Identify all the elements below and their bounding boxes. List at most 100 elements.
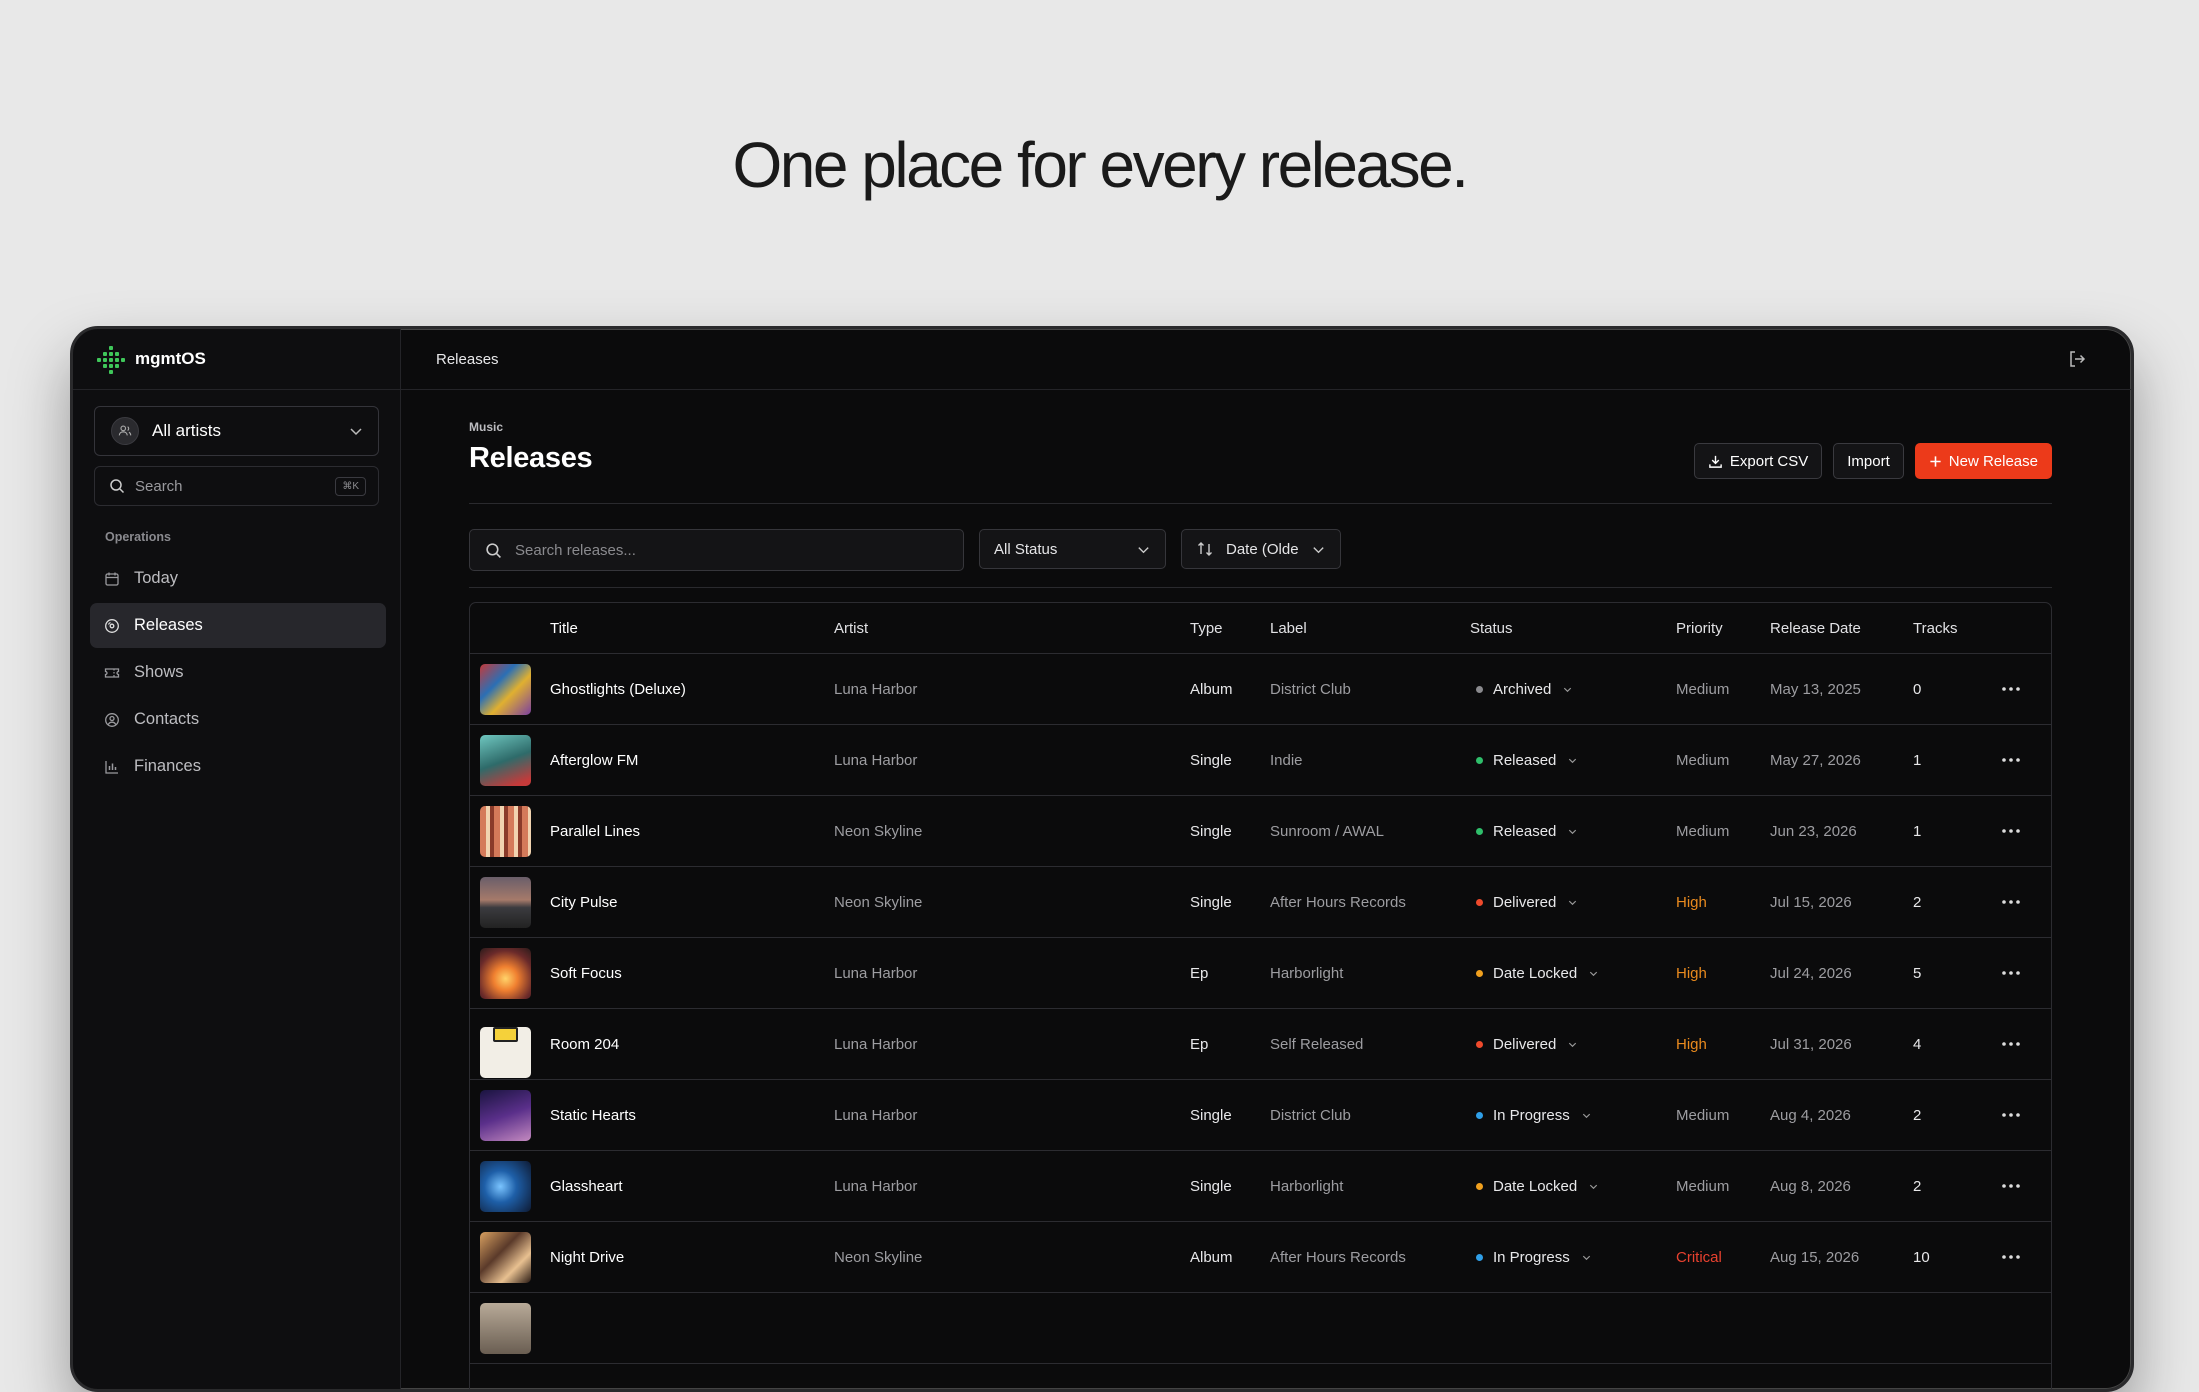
table-row[interactable]: Ghostlights (Deluxe) Luna Harbor Album Dist…: [470, 654, 2051, 725]
table-row[interactable]: City Pulse Neon Skyline Single After Hours …: [470, 867, 2051, 938]
row-actions: [1983, 899, 2051, 905]
row-actions: [1983, 757, 2051, 763]
table-row[interactable]: [470, 1293, 2051, 1364]
release-label: Sunroom / AWAL: [1270, 822, 1384, 840]
sidebar-search-placeholder: Search: [135, 477, 183, 495]
sidebar-item-label: Releases: [134, 616, 203, 634]
cover-art-thumbnail[interactable]: [480, 947, 531, 999]
sidebar-item-contacts[interactable]: Contacts: [90, 697, 386, 742]
more-horizontal-icon[interactable]: [2001, 1183, 2021, 1189]
more-horizontal-icon[interactable]: [2001, 970, 2021, 976]
thumb-cell: [470, 734, 550, 786]
status-dropdown[interactable]: In Progress: [1470, 1249, 1676, 1266]
table-row[interactable]: Glassheart Luna Harbor Single Harborlight Da…: [470, 1151, 2051, 1222]
artist-select[interactable]: All artists: [94, 406, 379, 456]
more-horizontal-icon[interactable]: [2001, 899, 2021, 905]
logo-dot: [115, 364, 119, 368]
breadcrumb[interactable]: Music: [469, 420, 2052, 434]
release-priority: Medium: [1676, 1177, 1730, 1195]
thumb-cell: [470, 947, 550, 999]
logo-dot: [121, 358, 125, 362]
cover-art-thumbnail[interactable]: [480, 805, 531, 857]
cover-art-thumbnail[interactable]: [480, 734, 531, 786]
cover-art-thumbnail[interactable]: [480, 1027, 531, 1078]
table-row[interactable]: Static Hearts Luna Harbor Single District C…: [470, 1080, 2051, 1151]
new-release-button[interactable]: New Release: [1914, 443, 2052, 479]
bar-chart-icon: [105, 760, 118, 774]
column-header-status[interactable]: Status: [1470, 620, 1676, 637]
cover-art-thumbnail[interactable]: [480, 876, 531, 928]
status-dropdown[interactable]: Date Locked: [1470, 1178, 1676, 1195]
release-title[interactable]: Parallel Lines: [550, 823, 834, 840]
column-header-artist[interactable]: Artist: [834, 620, 1190, 637]
status-dropdown[interactable]: In Progress: [1470, 1107, 1676, 1124]
more-horizontal-icon[interactable]: [2001, 1112, 2021, 1118]
cover-art-thumbnail[interactable]: [480, 1160, 531, 1212]
release-label: After Hours Records: [1270, 1248, 1406, 1266]
release-title[interactable]: Glassheart: [550, 1178, 834, 1195]
track-count: 1: [1913, 751, 1922, 769]
table-row[interactable]: Night Drive Neon Skyline Album After Hours …: [470, 1222, 2051, 1293]
disc-icon: [105, 618, 119, 633]
sidebar-item-label: Finances: [134, 757, 201, 775]
release-title[interactable]: Ghostlights (Deluxe): [550, 681, 834, 698]
row-actions: [1983, 828, 2051, 834]
chevron-down-icon: [1564, 687, 1572, 692]
table-row[interactable]: Afterglow FM Luna Harbor Single Indie Releas…: [470, 725, 2051, 796]
status-dropdown[interactable]: Delivered: [1470, 894, 1676, 911]
sidebar-item-finances[interactable]: Finances: [90, 744, 386, 789]
column-header-type[interactable]: Type: [1190, 620, 1270, 637]
more-horizontal-icon[interactable]: [2001, 828, 2021, 834]
filter-bar: Search releases... All Status Date (Olde: [469, 529, 1341, 571]
sidebar-item-shows[interactable]: Shows: [90, 650, 386, 695]
track-count: 0: [1913, 680, 1922, 698]
table-row[interactable]: Parallel Lines Neon Skyline Single Sunroom …: [470, 796, 2051, 867]
more-horizontal-icon[interactable]: [2001, 686, 2021, 692]
chevron-down-icon: [1582, 1255, 1590, 1260]
column-header-release-date[interactable]: Release Date: [1770, 620, 1913, 637]
more-horizontal-icon[interactable]: [2001, 757, 2021, 763]
release-type: Single: [1190, 1106, 1232, 1124]
table-row[interactable]: Soft Focus Luna Harbor Ep Harborlight Date L…: [470, 938, 2051, 1009]
release-search-input[interactable]: Search releases...: [469, 529, 964, 571]
more-horizontal-icon[interactable]: [2001, 1254, 2021, 1260]
table-header: Title Artist Type Label Status Priority …: [470, 603, 2051, 654]
release-title[interactable]: Soft Focus: [550, 965, 834, 982]
status-dropdown[interactable]: Archived: [1470, 681, 1676, 698]
release-type: Single: [1190, 822, 1232, 840]
status-dropdown[interactable]: Date Locked: [1470, 965, 1676, 982]
logout-icon[interactable]: [2067, 349, 2087, 369]
release-title[interactable]: City Pulse: [550, 894, 834, 911]
status-dropdown[interactable]: Released: [1470, 823, 1676, 840]
cover-art-thumbnail[interactable]: [480, 1089, 531, 1141]
more-horizontal-icon[interactable]: [2001, 1041, 2021, 1047]
cover-art-thumbnail[interactable]: [480, 663, 531, 715]
sidebar-item-today[interactable]: Today: [90, 556, 386, 601]
release-title[interactable]: Afterglow FM: [550, 752, 834, 769]
sort-select[interactable]: Date (Olde: [1181, 529, 1341, 569]
column-header-label[interactable]: Label: [1270, 620, 1470, 637]
release-title[interactable]: Night Drive: [550, 1249, 834, 1266]
status-text: Released: [1493, 822, 1557, 840]
status-text: Archived: [1493, 680, 1552, 698]
sidebar-item-releases[interactable]: Releases: [90, 603, 386, 648]
status-dropdown[interactable]: Released: [1470, 752, 1676, 769]
cover-art-thumbnail[interactable]: [480, 1231, 531, 1283]
status-filter-select[interactable]: All Status: [979, 529, 1166, 569]
thumb-cell: [470, 876, 550, 928]
export-csv-button[interactable]: Export CSV: [1693, 443, 1823, 479]
cover-art-thumbnail[interactable]: [480, 1302, 531, 1354]
row-actions: [1983, 1112, 2051, 1118]
release-title[interactable]: Static Hearts: [550, 1107, 834, 1124]
thumb-cell: [470, 1302, 550, 1354]
status-dropdown[interactable]: Delivered: [1470, 1036, 1676, 1053]
column-header-title[interactable]: Title: [550, 620, 834, 637]
release-title[interactable]: Room 204: [550, 1036, 834, 1053]
column-header-tracks[interactable]: Tracks: [1913, 620, 1983, 637]
column-header-priority[interactable]: Priority: [1676, 620, 1770, 637]
sidebar-search[interactable]: Search ⌘K: [94, 466, 379, 506]
table-row[interactable]: Room 204 Luna Harbor Ep Self Released Delive…: [470, 1009, 2051, 1080]
brand[interactable]: mgmtOS: [73, 329, 400, 390]
logo-dot: [103, 364, 107, 368]
import-button[interactable]: Import: [1833, 443, 1904, 479]
